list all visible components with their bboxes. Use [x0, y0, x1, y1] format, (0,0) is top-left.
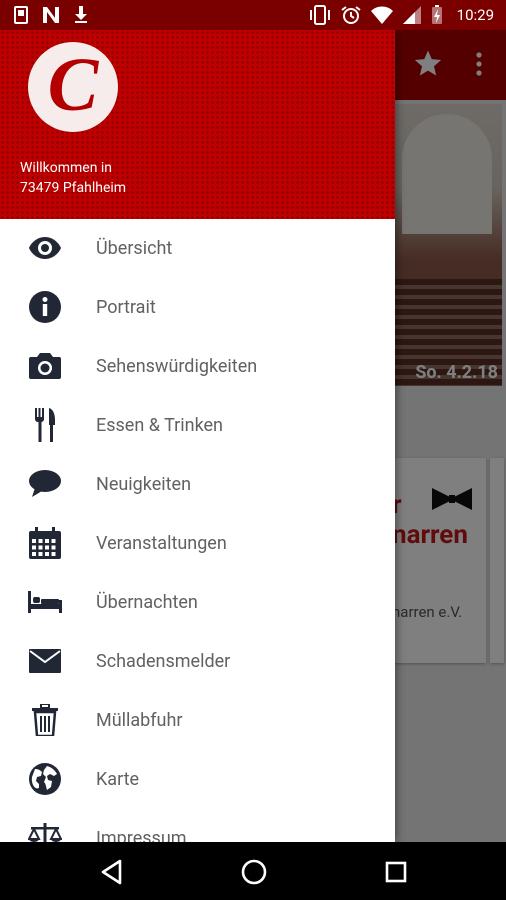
menu-item-essen-trinken[interactable]: Essen & Trinken: [0, 396, 395, 455]
bed-icon: [28, 591, 62, 613]
status-bar: 10:29: [0, 0, 506, 30]
info-icon: [29, 291, 61, 323]
clock: 10:29: [456, 6, 494, 24]
menu-label-veranstaltungen: Veranstaltungen: [96, 533, 227, 554]
menu-item-portrait[interactable]: Portrait: [0, 278, 395, 337]
alarm-icon: [341, 6, 361, 24]
welcome-location: 73479 Pfahlheim: [20, 180, 127, 196]
menu-item-impressum[interactable]: Impressum: [0, 809, 395, 842]
menu-label-impressum: Impressum: [96, 828, 187, 842]
system-nav-bar: [0, 842, 506, 900]
envelope-icon: [29, 649, 61, 673]
menu-label-muellabfuhr: Müllabfuhr: [96, 710, 183, 731]
menu-label-essen-trinken: Essen & Trinken: [96, 415, 224, 436]
scales-icon: [28, 823, 62, 842]
menu-item-uebersicht[interactable]: Übersicht: [0, 219, 395, 278]
menu-label-schadensmelder: Schadensmelder: [96, 651, 231, 672]
cutlery-icon: [34, 408, 55, 442]
n-app-icon: [43, 7, 59, 23]
navigation-drawer: C Willkommen in 73479 Pfahlheim Übersich…: [0, 30, 395, 842]
menu-label-portrait: Portrait: [96, 297, 156, 318]
back-icon[interactable]: [98, 858, 126, 886]
city-logo: C: [28, 42, 118, 132]
recents-icon[interactable]: [382, 858, 410, 886]
menu-item-muellabfuhr[interactable]: Müllabfuhr: [0, 691, 395, 750]
trash-icon: [32, 704, 58, 736]
wifi-icon: [370, 6, 393, 24]
menu-label-uebersicht: Übersicht: [96, 238, 173, 259]
menu-item-karte[interactable]: Karte: [0, 750, 395, 809]
notification-icon: [14, 6, 28, 24]
menu-item-uebernachten[interactable]: Übernachten: [0, 573, 395, 632]
cell-signal-icon: [402, 6, 421, 24]
vibrate-icon: [309, 5, 330, 25]
globe-icon: [29, 763, 61, 795]
battery-charging-icon: [431, 5, 442, 24]
camera-icon: [29, 353, 61, 379]
menu-label-sehenswuerdigkeiten: Sehenswürdigkeiten: [96, 356, 258, 377]
download-icon: [75, 6, 87, 23]
menu-label-uebernachten: Übernachten: [96, 592, 198, 613]
drawer-menu: Übersicht Portrait Sehenswürdigkeiten Es…: [0, 219, 395, 842]
menu-label-karte: Karte: [96, 769, 140, 790]
welcome-text: Willkommen in 73479 Pfahlheim: [20, 158, 126, 198]
eye-icon: [29, 237, 61, 259]
menu-item-veranstaltungen[interactable]: Veranstaltungen: [0, 514, 395, 573]
menu-item-sehenswuerdigkeiten[interactable]: Sehenswürdigkeiten: [0, 337, 395, 396]
calendar-icon: [29, 527, 61, 559]
welcome-line1: Willkommen in: [20, 160, 113, 176]
menu-item-neuigkeiten[interactable]: Neuigkeiten: [0, 455, 395, 514]
speech-bubble-icon: [29, 470, 61, 497]
menu-item-schadensmelder[interactable]: Schadensmelder: [0, 632, 395, 691]
logo-letter: C: [47, 43, 99, 127]
menu-label-neuigkeiten: Neuigkeiten: [96, 474, 192, 495]
drawer-header: C Willkommen in 73479 Pfahlheim: [0, 30, 395, 219]
home-icon[interactable]: [240, 858, 268, 886]
